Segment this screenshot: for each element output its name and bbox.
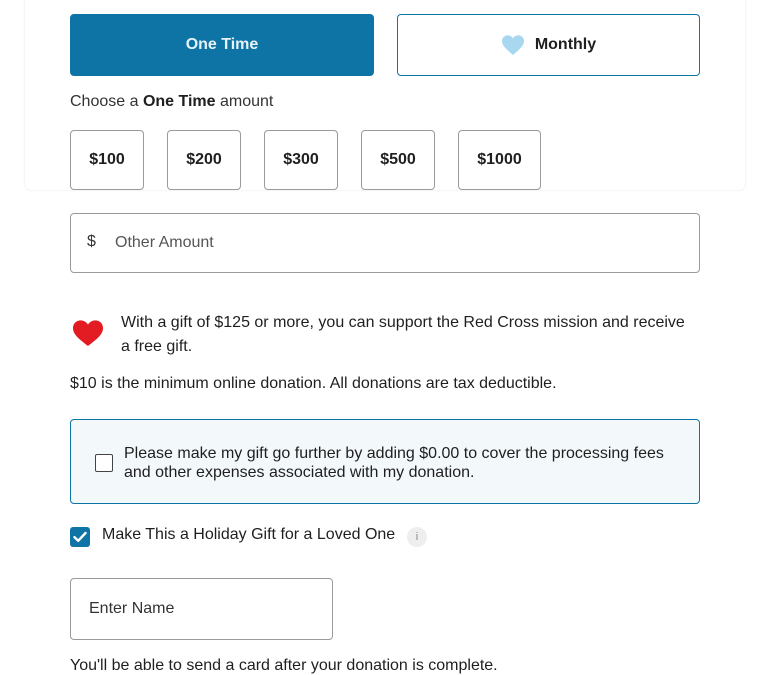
info-icon[interactable]: i bbox=[407, 527, 427, 547]
one-time-label: One Time bbox=[185, 36, 259, 53]
amount-button-1000[interactable]: $1000 bbox=[458, 130, 541, 190]
amount-label: $200 bbox=[186, 151, 222, 168]
minimum-donation-note: $10 is the minimum online donation. All … bbox=[70, 375, 557, 392]
amount-label: $300 bbox=[283, 151, 319, 168]
amount-button-500[interactable]: $500 bbox=[361, 130, 435, 190]
holiday-gift-checkbox[interactable] bbox=[70, 527, 90, 547]
processing-fees-label: Please make my gift go further by adding… bbox=[124, 445, 664, 481]
amount-label: $500 bbox=[380, 151, 416, 168]
monthly-button[interactable]: Monthly bbox=[397, 14, 700, 76]
other-amount-input[interactable] bbox=[115, 214, 685, 272]
amount-button-100[interactable]: $100 bbox=[70, 130, 144, 190]
choose-frequency: One Time bbox=[142, 93, 216, 110]
amount-button-300[interactable]: $300 bbox=[264, 130, 338, 190]
free-gift-message: With a gift of $125 or more, you can sup… bbox=[121, 314, 685, 355]
enter-name-input[interactable] bbox=[70, 578, 333, 640]
one-time-button[interactable]: One Time bbox=[70, 14, 374, 76]
other-amount-field[interactable]: $ bbox=[70, 213, 700, 273]
heart-icon bbox=[73, 320, 103, 346]
holiday-gift-label: Make This a Holiday Gift for a Loved One bbox=[102, 526, 396, 543]
choose-suffix: amount bbox=[215, 93, 274, 110]
frequency-toggle: One Time Monthly bbox=[70, 14, 700, 76]
heart-icon bbox=[501, 35, 524, 55]
amount-label: $100 bbox=[89, 151, 125, 168]
amount-button-200[interactable]: $200 bbox=[167, 130, 241, 190]
amount-label: $1000 bbox=[477, 151, 522, 168]
card-note: You'll be able to send a card after your… bbox=[70, 657, 498, 674]
processing-fees-checkbox[interactable] bbox=[95, 454, 113, 472]
processing-fees-option[interactable]: Please make my gift go further by adding… bbox=[70, 419, 700, 504]
currency-symbol: $ bbox=[87, 233, 96, 250]
monthly-label: Monthly bbox=[534, 36, 597, 53]
info-glyph: i bbox=[415, 531, 419, 543]
checkmark-icon bbox=[73, 531, 87, 542]
choose-prefix: Choose a bbox=[70, 93, 143, 110]
choose-amount-label: Choose a One Time amount bbox=[70, 93, 273, 111]
